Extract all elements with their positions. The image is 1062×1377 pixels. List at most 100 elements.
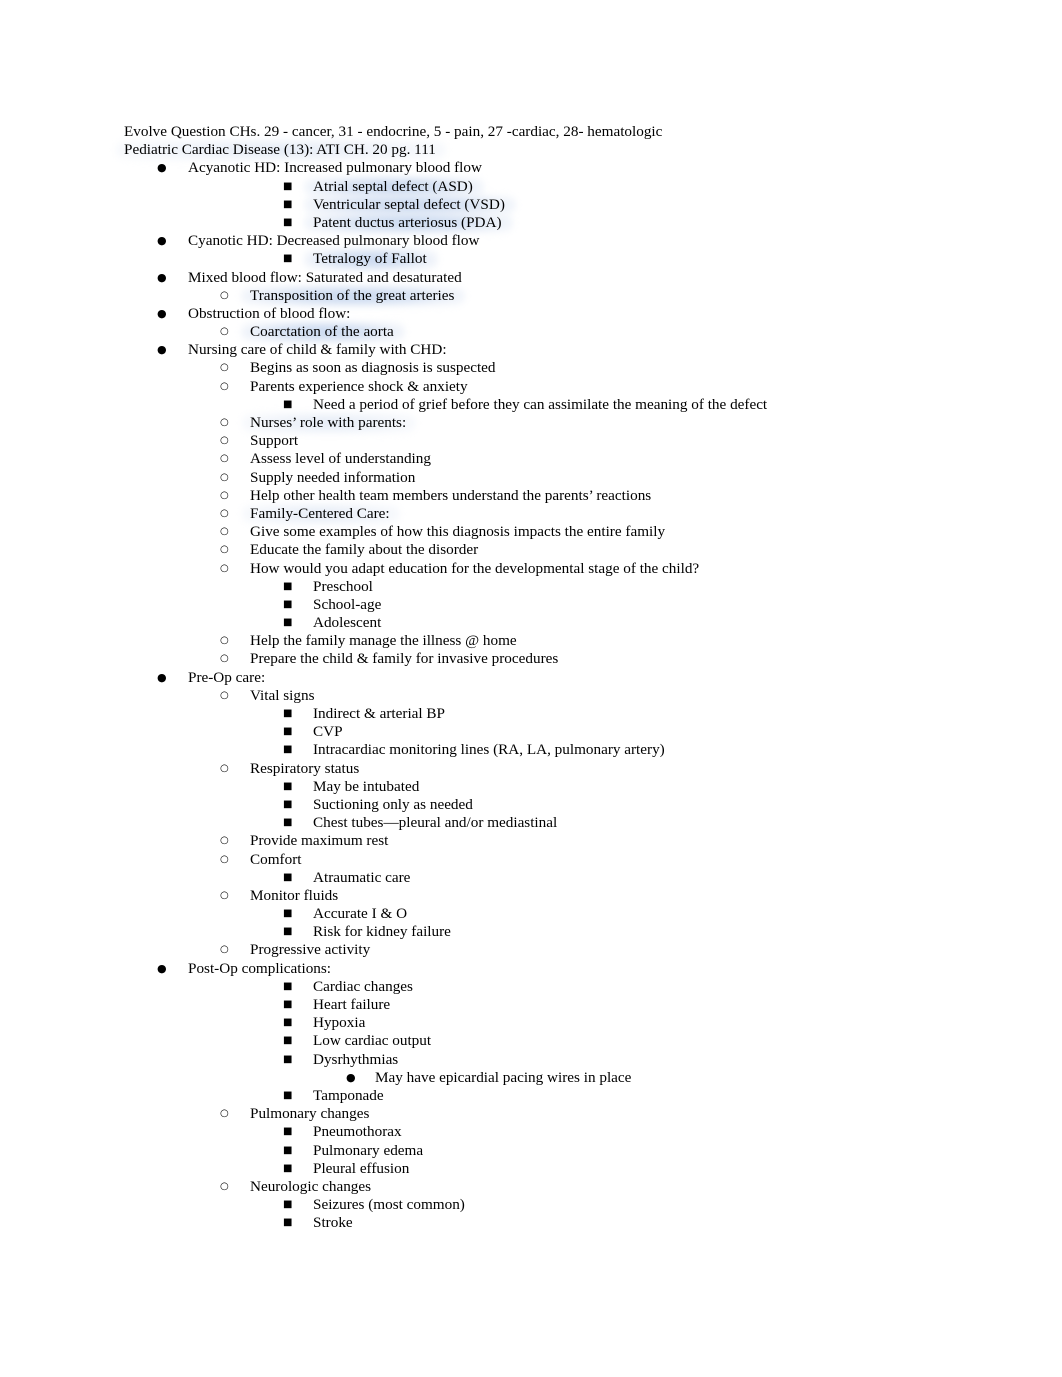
bullet-square-icon: ■ bbox=[283, 1089, 293, 1101]
outline-item: ○ Support bbox=[124, 432, 944, 450]
outline-item-label: Assess level of understanding bbox=[250, 450, 431, 468]
bullet-circle-icon: ○ bbox=[220, 453, 229, 465]
bullet-square-icon: ■ bbox=[283, 180, 293, 192]
outline-item: ○ Vital signs bbox=[124, 687, 944, 705]
outline-item-label: Post-Op complications: bbox=[188, 959, 332, 977]
outline-item-label: Pneumothorax bbox=[313, 1123, 402, 1141]
outline-item: ○ Progressive activity bbox=[124, 941, 944, 959]
outline-item-label: Educate the family about the disorder bbox=[250, 541, 479, 559]
outline-item-label: Tamponade bbox=[313, 1086, 384, 1104]
bullet-circle-icon: ○ bbox=[220, 689, 229, 701]
bullet-square-icon: ■ bbox=[283, 1126, 293, 1138]
outline-item-label: Family-Centered Care: bbox=[250, 504, 390, 522]
outline-item: ○ Transposition of the great arteries bbox=[124, 287, 944, 305]
bullet-disc-icon: ● bbox=[157, 343, 167, 357]
outline-item: ○ Begins as soon as diagnosis is suspecte… bbox=[124, 359, 944, 377]
bullet-disc-icon: ● bbox=[157, 270, 167, 284]
outline-item: ■ Chest tubes—pleural and/or mediastinal bbox=[124, 814, 944, 832]
outline-item: ● Pre-Op care: bbox=[124, 669, 944, 687]
bullet-circle-icon: ○ bbox=[220, 762, 229, 774]
outline-item-label: Heart failure bbox=[313, 996, 391, 1013]
outline-item-label: Intracardiac monitoring lines (RA, LA, p… bbox=[313, 741, 665, 759]
outline-item-label: Mixed blood flow: Saturated and desatura… bbox=[188, 268, 462, 286]
outline-item: ■ Risk for kidney failure bbox=[124, 923, 944, 941]
bullet-square-icon: ■ bbox=[283, 817, 293, 829]
outline-item-label: Coarctation of the aorta bbox=[250, 323, 394, 341]
bullet-circle-icon: ○ bbox=[220, 1180, 229, 1192]
bullet-square-icon: ■ bbox=[283, 1144, 293, 1156]
outline-item: ● Mixed blood flow: Saturated and desatur… bbox=[124, 269, 944, 287]
bullet-square-icon: ■ bbox=[283, 216, 293, 228]
outline-item: ■ Intracardiac monitoring lines (RA, LA, … bbox=[124, 741, 944, 759]
outline-item-label: Pulmonary changes bbox=[250, 1105, 370, 1123]
outline-item-label: Provide maximum rest bbox=[250, 832, 389, 850]
outline-item-label: Prepare the child & family for invasive … bbox=[250, 650, 559, 668]
outline-item: ○ Monitor fluids bbox=[124, 887, 944, 905]
outline-item: ■ Cardiac changes bbox=[124, 978, 944, 996]
bullet-circle-icon: ○ bbox=[220, 326, 229, 338]
outline-item-label: Indirect & arterial BP bbox=[313, 705, 446, 722]
outline-item: ■ Low cardiac output bbox=[124, 1032, 944, 1050]
outline-item: ■ Indirect & arterial BP bbox=[124, 705, 944, 723]
outline-item: ■ School-age bbox=[124, 596, 944, 614]
outline-item: ■ Pulmonary edema bbox=[124, 1142, 944, 1160]
document-page: Evolve Question CHs. 29 - cancer, 31 - e… bbox=[0, 0, 1062, 1377]
outline-item-label: Support bbox=[250, 432, 299, 450]
bullet-circle-icon: ○ bbox=[220, 380, 229, 392]
bullet-square-icon: ■ bbox=[283, 726, 293, 738]
outline-item-label: Tetralogy of Fallot bbox=[313, 250, 427, 268]
bullet-square-icon: ■ bbox=[283, 780, 293, 792]
outline-item: ■ Atrial septal defect (ASD) bbox=[124, 178, 944, 196]
outline-item-label: Vital signs bbox=[250, 686, 315, 704]
document-body: Evolve Question CHs. 29 - cancer, 31 - e… bbox=[124, 123, 944, 1232]
outline-item: ■ Atraumatic care bbox=[124, 869, 944, 887]
outline-item: ■ Suctioning only as needed bbox=[124, 796, 944, 814]
outline-item-label: School-age bbox=[313, 595, 382, 613]
outline-list: ● Acyanotic HD: Increased pulmonary blood… bbox=[124, 159, 944, 1232]
outline-item-label: Chest tubes—pleural and/or mediastinal bbox=[313, 814, 558, 832]
outline-item: ○ Respiratory status bbox=[124, 760, 944, 778]
outline-item: ● May have epicardial pacing wires in pla… bbox=[124, 1069, 944, 1087]
bullet-square-icon: ■ bbox=[283, 1017, 293, 1029]
outline-item: ○ Educate the family about the disorder bbox=[124, 541, 944, 559]
bullet-square-icon: ■ bbox=[283, 580, 293, 592]
bullet-square-icon: ■ bbox=[283, 980, 293, 992]
bullet-square-icon: ■ bbox=[283, 999, 293, 1010]
outline-item: ○ Nurses’ role with parents: bbox=[124, 414, 944, 432]
outline-item-label: Parents experience shock & anxiety bbox=[250, 377, 468, 395]
outline-item-label: Comfort bbox=[250, 850, 302, 868]
outline-item: ○ Comfort bbox=[124, 851, 944, 869]
outline-item: ● Post-Op complications: bbox=[124, 960, 944, 978]
outline-item: ■ Tetralogy of Fallot bbox=[124, 250, 944, 268]
header-line-text: Pediatric Cardiac Disease (13): ATI CH. … bbox=[124, 141, 436, 159]
bullet-circle-icon: ○ bbox=[220, 653, 229, 665]
bullet-square-icon: ■ bbox=[283, 1199, 293, 1211]
bullet-circle-icon: ○ bbox=[220, 835, 229, 847]
bullet-disc-icon: ● bbox=[157, 161, 167, 175]
outline-item: ■ Seizures (most common) bbox=[124, 1196, 944, 1214]
outline-item: ○ Give some examples of how this diagnosi… bbox=[124, 523, 944, 541]
outline-item-label: Acyanotic HD: Increased pulmonary blood … bbox=[188, 159, 482, 177]
bullet-square-icon: ■ bbox=[283, 1053, 293, 1065]
outline-item: ○ Coarctation of the aorta bbox=[124, 323, 944, 341]
bullet-disc-icon: ● bbox=[157, 670, 167, 684]
bullet-circle-icon: ○ bbox=[220, 944, 229, 956]
outline-item-label: Pre-Op care: bbox=[188, 668, 266, 686]
bullet-square-icon: ■ bbox=[283, 708, 293, 719]
bullet-circle-icon: ○ bbox=[220, 289, 229, 301]
outline-item: ■ Heart failure bbox=[124, 996, 944, 1014]
bullet-circle-icon: ○ bbox=[220, 635, 229, 647]
outline-item-label: Adolescent bbox=[313, 614, 382, 632]
outline-item-label: Pulmonary edema bbox=[313, 1141, 424, 1159]
outline-item-label: Give some examples of how this diagnosis… bbox=[250, 523, 666, 541]
bullet-square-icon: ■ bbox=[283, 598, 293, 610]
outline-item-label: Progressive activity bbox=[250, 941, 371, 959]
bullet-circle-icon: ○ bbox=[220, 526, 229, 538]
bullet-square-icon: ■ bbox=[283, 798, 293, 810]
bullet-square-icon: ■ bbox=[283, 1162, 293, 1174]
outline-item: ○ Parents experience shock & anxiety bbox=[124, 378, 944, 396]
outline-item-label: Neurologic changes bbox=[250, 1177, 372, 1195]
outline-item: ■ Hypoxia bbox=[124, 1014, 944, 1032]
outline-item-label: How would you adapt education for the de… bbox=[250, 559, 700, 577]
bullet-square-icon: ■ bbox=[283, 617, 293, 629]
